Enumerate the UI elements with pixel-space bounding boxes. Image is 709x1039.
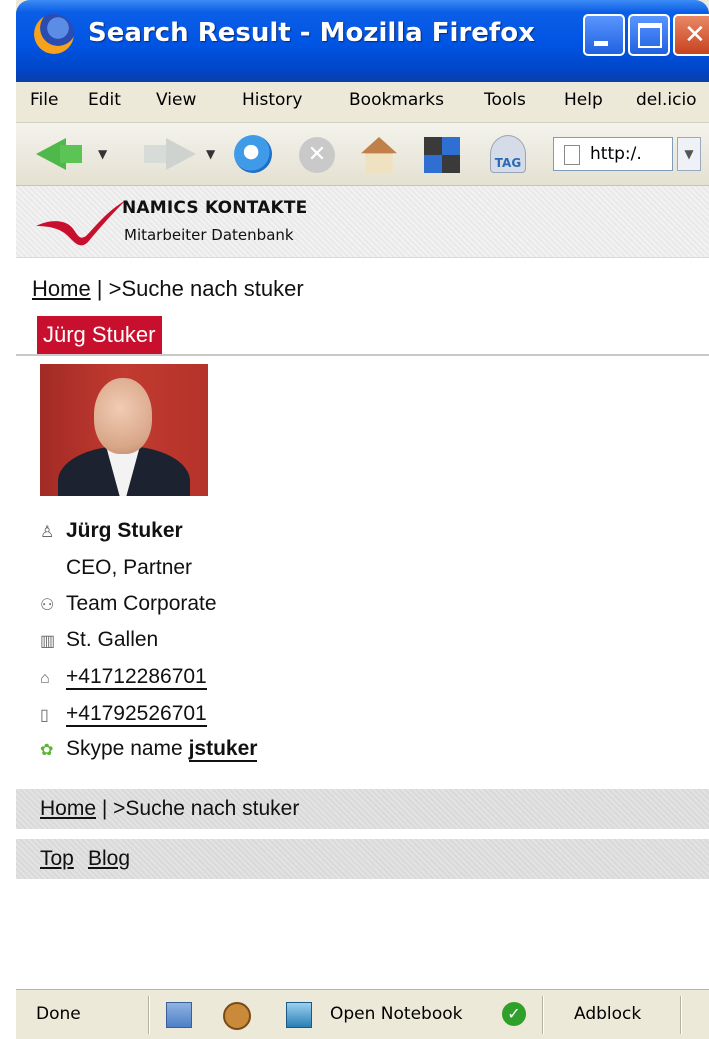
person-icon: ♙ [40, 524, 55, 541]
firefox-logo-icon [34, 14, 74, 54]
status-text: Done [36, 1004, 81, 1024]
menu-file[interactable]: File [30, 90, 58, 110]
tag-icon[interactable]: TAG [490, 135, 526, 173]
footer-links-bar: Top Blog [16, 839, 709, 879]
close-button[interactable] [673, 14, 709, 56]
building-icon: ▥ [40, 633, 56, 650]
maximize-button[interactable] [628, 14, 670, 56]
blog-link[interactable]: Blog [88, 847, 130, 871]
person-phone-row: ⌂ +41712286701 [40, 665, 207, 690]
navigation-toolbar: ▼ ▼ ✕ TAG http:/. ▼ [16, 123, 709, 186]
team-icon: ⚇ [40, 597, 55, 614]
breadcrumb-home-link[interactable]: Home [32, 276, 91, 301]
menu-help[interactable]: Help [564, 90, 603, 110]
url-dropdown-icon[interactable]: ▼ [677, 137, 701, 171]
brand-name: NAMICS KONTAKTE [122, 198, 308, 218]
mobile-icon: ▯ [40, 707, 49, 724]
person-skype-row: ✿ Skype name jstuker [40, 737, 258, 762]
person-role-row: CEO, Partner [40, 556, 192, 580]
person-team: Team Corporate [66, 592, 217, 615]
forward-dropdown-icon[interactable]: ▼ [206, 147, 215, 161]
window-title: Search Result - Mozilla Firefox [88, 18, 535, 48]
skype-icon: ✿ [40, 742, 54, 759]
brand-subtitle: Mitarbeiter Datenbank [124, 226, 294, 244]
url-text: http:/. [590, 144, 642, 164]
status-bar: Done Open Notebook ✓ Adblock [16, 989, 709, 1039]
menu-delicious[interactable]: del.icio [636, 90, 697, 110]
stop-icon[interactable]: ✕ [299, 137, 335, 173]
person-photo [40, 364, 208, 496]
skype-link[interactable]: jstuker [188, 737, 258, 762]
person-name-tab: Jürg Stuker [37, 316, 162, 354]
person-name: Jürg Stuker [66, 519, 183, 542]
page-info-icon[interactable] [166, 1002, 192, 1028]
skype-label: Skype name [66, 737, 189, 760]
brand-header: NAMICS KONTAKTE Mitarbeiter Datenbank [16, 186, 709, 258]
footer-home-link[interactable]: Home [40, 797, 96, 820]
divider [16, 354, 709, 356]
reload-icon[interactable] [234, 135, 272, 173]
menu-view[interactable]: View [156, 90, 196, 110]
footer-breadcrumb-separator: | [96, 797, 114, 820]
phone-icon: ⌂ [40, 670, 50, 687]
footer-breadcrumb-bar: Home | >Suche nach stuker [16, 789, 709, 829]
page-content: NAMICS KONTAKTE Mitarbeiter Datenbank Ho… [16, 186, 709, 989]
phone-link[interactable]: +41712286701 [66, 665, 207, 690]
title-bar: Search Result - Mozilla Firefox [16, 0, 709, 82]
url-field[interactable]: http:/. [553, 137, 673, 171]
home-icon[interactable] [361, 137, 397, 173]
page-icon [564, 145, 580, 165]
menu-bookmarks[interactable]: Bookmarks [349, 90, 444, 110]
breadcrumb: Home | >Suche nach stuker [32, 276, 304, 302]
mobile-link[interactable]: +41792526701 [66, 702, 207, 727]
menu-bar: File Edit View History Bookmarks Tools H… [16, 82, 709, 123]
forward-arrow-icon[interactable] [166, 138, 196, 170]
firefox-window: Search Result - Mozilla Firefox File Edi… [16, 0, 709, 1039]
person-role: CEO, Partner [66, 556, 193, 579]
top-link[interactable]: Top [40, 847, 74, 871]
check-icon[interactable]: ✓ [502, 1002, 526, 1026]
minimize-button[interactable] [583, 14, 625, 56]
person-location: St. Gallen [66, 628, 159, 651]
person-location-row: ▥ St. Gallen [40, 628, 158, 652]
footer-breadcrumb-current: >Suche nach stuker [113, 797, 300, 820]
breadcrumb-current: >Suche nach stuker [108, 276, 304, 301]
footer-breadcrumb: Home | >Suche nach stuker [40, 797, 299, 821]
menu-history[interactable]: History [242, 90, 302, 110]
menu-tools[interactable]: Tools [484, 90, 526, 110]
monkey-icon[interactable] [223, 1002, 251, 1030]
namics-logo-icon [36, 200, 126, 246]
person-team-row: ⚇ Team Corporate [40, 592, 217, 616]
person-mobile-row: ▯ +41792526701 [40, 702, 207, 727]
back-dropdown-icon[interactable]: ▼ [98, 147, 107, 161]
person-name-row: ♙ Jürg Stuker [40, 519, 183, 543]
forward-button[interactable] [144, 145, 166, 163]
notebook-icon[interactable] [286, 1002, 312, 1028]
back-button[interactable] [60, 145, 82, 163]
adblock-label[interactable]: Adblock [574, 1004, 641, 1024]
breadcrumb-separator: | [90, 276, 109, 301]
open-notebook-label[interactable]: Open Notebook [330, 1004, 463, 1024]
bookmarks-grid-icon[interactable] [424, 137, 460, 173]
menu-edit[interactable]: Edit [88, 90, 121, 110]
